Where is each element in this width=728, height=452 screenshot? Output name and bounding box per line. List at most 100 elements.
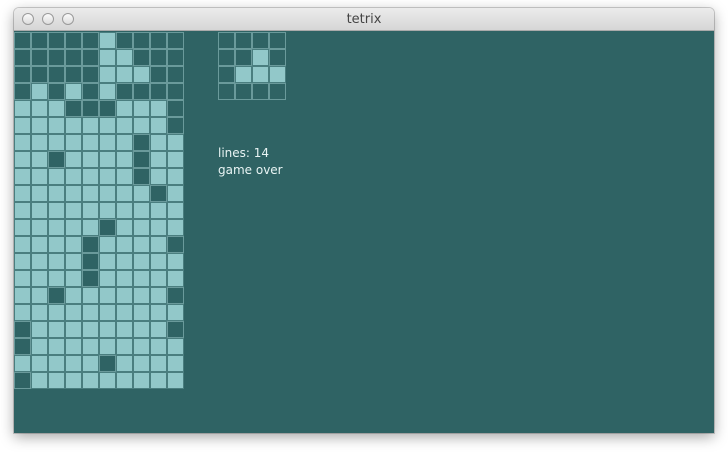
board-filled-cell: [99, 236, 116, 253]
board-filled-cell: [48, 236, 65, 253]
board-filled-cell: [14, 202, 31, 219]
board-filled-cell: [65, 134, 82, 151]
board-empty-cell: [82, 83, 99, 100]
board-filled-cell: [48, 100, 65, 117]
board-filled-cell: [48, 117, 65, 134]
board-filled-cell: [82, 117, 99, 134]
board-filled-cell: [167, 253, 184, 270]
board-empty-cell: [133, 83, 150, 100]
board-filled-cell: [99, 151, 116, 168]
preview-filled-cell: [252, 49, 269, 66]
board-filled-cell: [150, 202, 167, 219]
preview-empty-cell: [218, 66, 235, 83]
board-filled-cell: [99, 66, 116, 83]
board-filled-cell: [82, 304, 99, 321]
board-empty-cell: [150, 32, 167, 49]
board-empty-cell: [14, 66, 31, 83]
board-filled-cell: [99, 134, 116, 151]
board-filled-cell: [48, 168, 65, 185]
board-filled-cell: [99, 202, 116, 219]
board-filled-cell: [167, 151, 184, 168]
board-filled-cell: [116, 253, 133, 270]
preview-filled-cell: [235, 66, 252, 83]
board-filled-cell: [116, 304, 133, 321]
preview-empty-cell: [235, 32, 252, 49]
board-filled-cell: [116, 338, 133, 355]
board-empty-cell: [133, 168, 150, 185]
board-filled-cell: [167, 185, 184, 202]
board-empty-cell: [133, 49, 150, 66]
board-filled-cell: [48, 185, 65, 202]
board-empty-cell: [167, 100, 184, 117]
board-filled-cell: [48, 253, 65, 270]
board-filled-cell: [31, 83, 48, 100]
board-filled-cell: [116, 117, 133, 134]
preview-filled-cell: [269, 66, 286, 83]
board-filled-cell: [150, 321, 167, 338]
board-filled-cell: [82, 321, 99, 338]
board-empty-cell: [82, 66, 99, 83]
board-filled-cell: [48, 321, 65, 338]
board-filled-cell: [167, 134, 184, 151]
board-filled-cell: [65, 168, 82, 185]
board-filled-cell: [31, 236, 48, 253]
board-empty-cell: [150, 185, 167, 202]
title-bar[interactable]: tetrix: [14, 8, 714, 31]
preview-empty-cell: [218, 83, 235, 100]
board-filled-cell: [14, 100, 31, 117]
board-filled-cell: [48, 372, 65, 389]
board-filled-cell: [133, 236, 150, 253]
board-empty-cell: [150, 66, 167, 83]
board-filled-cell: [65, 372, 82, 389]
board-empty-cell: [14, 372, 31, 389]
board-filled-cell: [65, 151, 82, 168]
board-filled-cell: [31, 219, 48, 236]
board-filled-cell: [82, 372, 99, 389]
board-filled-cell: [116, 321, 133, 338]
board-empty-cell: [82, 253, 99, 270]
board-filled-cell: [133, 304, 150, 321]
board-filled-cell: [133, 66, 150, 83]
board-filled-cell: [133, 219, 150, 236]
board-filled-cell: [82, 168, 99, 185]
lines-counter: lines: 14: [218, 146, 270, 160]
board-filled-cell: [48, 304, 65, 321]
board-filled-cell: [82, 202, 99, 219]
board-filled-cell: [150, 270, 167, 287]
board-empty-cell: [48, 49, 65, 66]
board-empty-cell: [82, 100, 99, 117]
board-filled-cell: [99, 168, 116, 185]
board-filled-cell: [133, 117, 150, 134]
board-filled-cell: [31, 270, 48, 287]
board-filled-cell: [167, 219, 184, 236]
board-empty-cell: [150, 83, 167, 100]
board-filled-cell: [99, 49, 116, 66]
board-empty-cell: [65, 100, 82, 117]
game-area[interactable]: lines: 14 game over: [14, 31, 714, 433]
board-filled-cell: [14, 185, 31, 202]
board-filled-cell: [31, 321, 48, 338]
board-empty-cell: [167, 83, 184, 100]
board-filled-cell: [82, 338, 99, 355]
board-filled-cell: [167, 270, 184, 287]
board-filled-cell: [116, 185, 133, 202]
game-board: [14, 32, 184, 389]
board-filled-cell: [48, 219, 65, 236]
board-filled-cell: [133, 321, 150, 338]
board-empty-cell: [48, 32, 65, 49]
board-empty-cell: [133, 32, 150, 49]
board-empty-cell: [31, 66, 48, 83]
board-empty-cell: [82, 49, 99, 66]
board-filled-cell: [99, 287, 116, 304]
board-filled-cell: [31, 253, 48, 270]
board-filled-cell: [14, 270, 31, 287]
preview-empty-cell: [252, 32, 269, 49]
board-filled-cell: [14, 168, 31, 185]
board-filled-cell: [65, 304, 82, 321]
board-filled-cell: [133, 253, 150, 270]
board-filled-cell: [65, 270, 82, 287]
board-filled-cell: [133, 287, 150, 304]
board-empty-cell: [99, 219, 116, 236]
board-empty-cell: [167, 236, 184, 253]
board-empty-cell: [167, 66, 184, 83]
